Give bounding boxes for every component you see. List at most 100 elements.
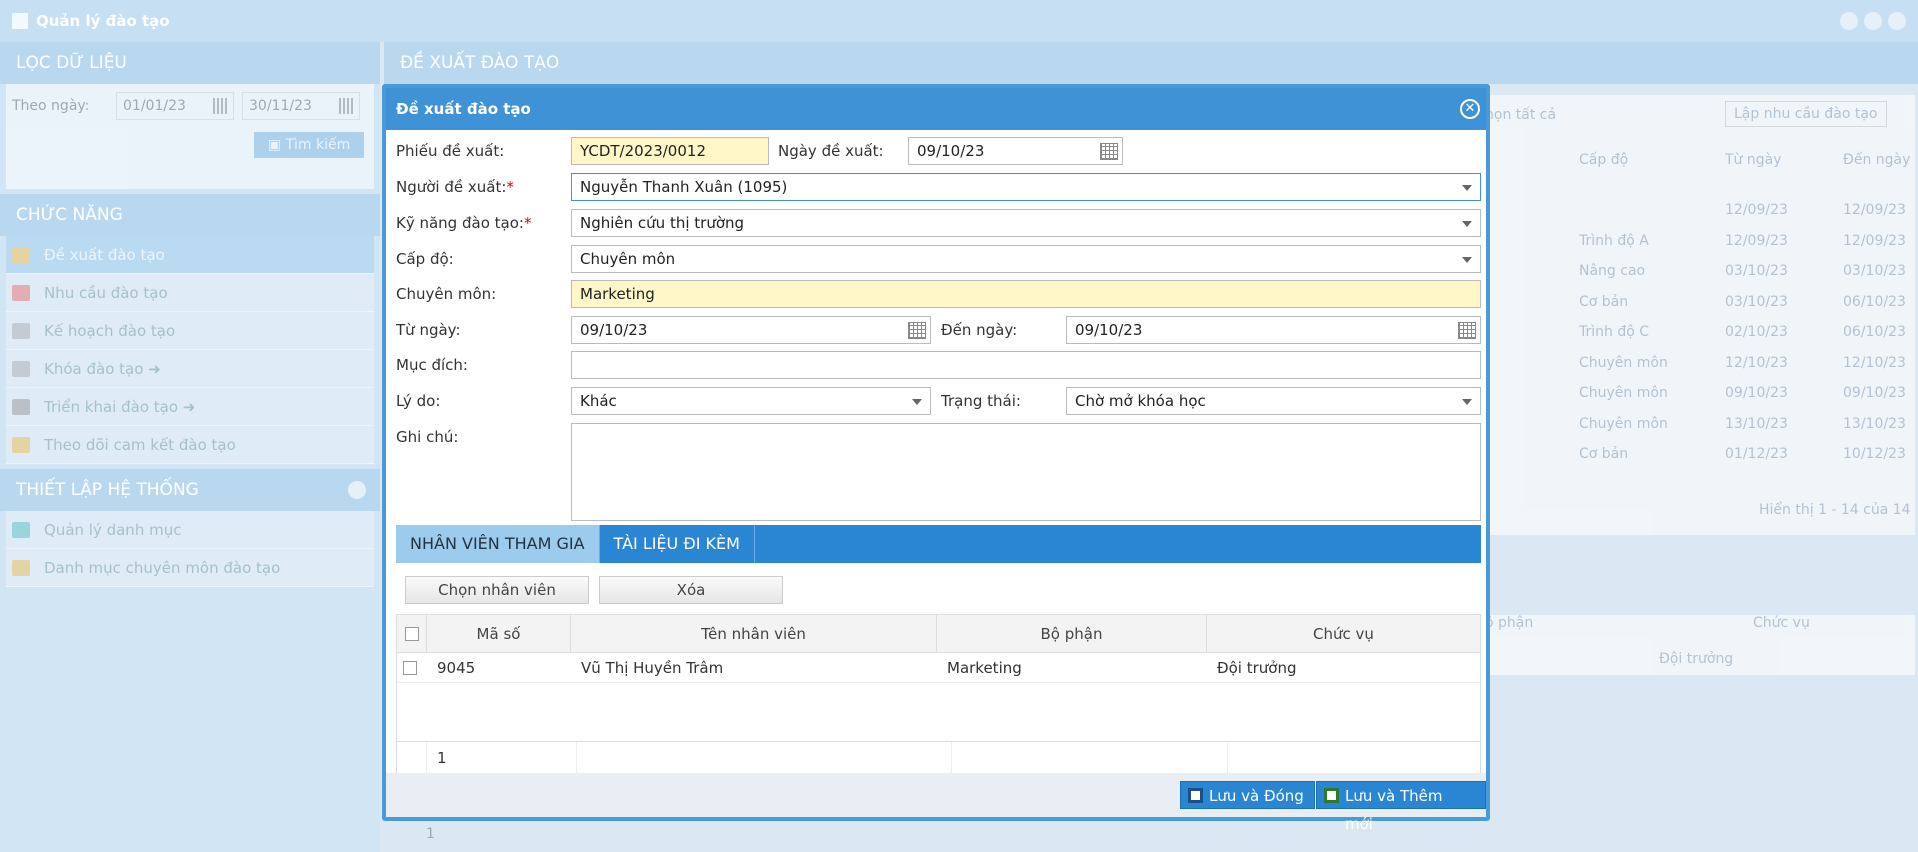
- sidebar-item-categories[interactable]: Quản lý danh mục: [6, 511, 374, 549]
- ticket-field[interactable]: YCDT/2023/0012: [571, 137, 769, 165]
- bg-cell: 02/10/23: [1725, 324, 1788, 340]
- date-label: Ngày đề xuất:: [778, 142, 884, 160]
- settings-header: THIẾT LẬP HỆ THỐNG: [0, 469, 380, 511]
- dialog-footer: Lưu và Đóng Lưu và Thêm mới: [386, 773, 1486, 833]
- purpose-field[interactable]: [571, 351, 1481, 379]
- reason-select[interactable]: Khác: [571, 387, 931, 415]
- bg-cell: 13/10/23: [1843, 415, 1906, 432]
- deploy-icon: [12, 398, 30, 415]
- maximize-button[interactable]: [1864, 12, 1882, 30]
- select-all-checkbox[interactable]: [397, 615, 427, 652]
- create-needs-button[interactable]: Lập nhu cầu đào tạo: [1725, 101, 1887, 127]
- filter-panel: Theo ngày: 01/01/23 30/11/23 ▣ Tìm kiếm: [6, 84, 374, 189]
- select-all-dropdown[interactable]: họn tất cả: [1485, 107, 1556, 123]
- proposer-label: Người đề xuất:*: [396, 178, 514, 196]
- col-from: Từ ngày: [1725, 152, 1782, 168]
- main-header: ĐỀ XUẤT ĐÀO TẠO: [384, 42, 1918, 84]
- sidebar-item-commitment[interactable]: Theo dõi cam kết đào tạo: [6, 426, 374, 464]
- chevron-down-icon[interactable]: [1462, 399, 1472, 405]
- bg-cell: 09/10/23: [1725, 385, 1788, 401]
- dialog-title: Đề xuất đào tạo: [396, 100, 531, 118]
- categories-icon: [12, 521, 30, 538]
- bg-cell: 12/10/23: [1725, 354, 1788, 371]
- sidebar-item-proposal[interactable]: Đề xuất đào tạo: [6, 236, 374, 274]
- dialog-header: Đề xuất đào tạo ✕: [386, 88, 1486, 130]
- minimize-button[interactable]: [1840, 12, 1858, 30]
- grid-header: Mã số Tên nhân viên Bộ phận Chức vụ: [397, 615, 1480, 653]
- calendar-icon[interactable]: [1458, 322, 1476, 339]
- level-select[interactable]: Chuyên môn: [571, 245, 1481, 273]
- bg-cell: 12/10/23: [1843, 354, 1906, 371]
- table-row[interactable]: 9045 Vũ Thị Huyền Trâm Marketing Đội trư…: [397, 653, 1480, 683]
- date-filter-label: Theo ngày:: [12, 98, 90, 114]
- chevron-down-icon[interactable]: [1462, 185, 1472, 191]
- save-icon: [1188, 788, 1203, 803]
- row-name: Vũ Thị Huyền Trâm: [581, 658, 724, 677]
- tab-participants[interactable]: NHÂN VIÊN THAM GIA: [396, 525, 600, 563]
- calendar-icon[interactable]: [339, 98, 355, 114]
- search-icon: ▣: [267, 137, 286, 153]
- background-grid: họn tất cả Lập nhu cầu đào tạo Cấp độ Từ…: [1485, 95, 1915, 535]
- functions-list: Đề xuất đào tạo Nhu cầu đào tạo Kế hoạch…: [6, 236, 374, 464]
- window-controls: [1840, 12, 1906, 30]
- sidebar-item-course[interactable]: Khóa đào tạo ➜: [6, 350, 374, 388]
- row-code: 9045: [437, 658, 476, 677]
- sidebar-item-plan[interactable]: Kế hoạch đào tạo: [6, 312, 374, 350]
- bg-cell: 09/10/23: [1843, 385, 1906, 401]
- proposal-icon: [12, 246, 30, 263]
- sidebar-item-specialty-catalog[interactable]: Danh mục chuyên môn đào tạo: [6, 549, 374, 587]
- specialty-field[interactable]: Marketing: [571, 280, 1481, 308]
- status-select[interactable]: Chờ mở khóa học: [1066, 387, 1481, 415]
- bg-cell: 06/10/23: [1843, 293, 1906, 310]
- from-label: Từ ngày:: [396, 321, 461, 339]
- to-date-field[interactable]: 09/10/23: [1066, 316, 1481, 344]
- chevron-down-icon[interactable]: [1462, 257, 1472, 263]
- calendar-icon[interactable]: [1100, 143, 1118, 160]
- filter-header: LỌC DỮ LIỆU: [0, 42, 380, 84]
- col-to: Đến ngày: [1843, 152, 1911, 168]
- status-label: Trạng thái:: [941, 392, 1021, 410]
- bg-cell: 01/12/23: [1725, 446, 1788, 462]
- bottom-pager[interactable]: 1: [426, 826, 435, 842]
- bg-cell: Nâng cao: [1579, 263, 1646, 279]
- proposal-date-field[interactable]: 09/10/23: [908, 137, 1123, 165]
- close-window-button[interactable]: [1888, 12, 1906, 30]
- bg-cell: 03/10/23: [1725, 293, 1788, 310]
- bg-cell: 06/10/23: [1843, 324, 1906, 340]
- row-checkbox[interactable]: [397, 653, 427, 682]
- delete-button[interactable]: Xóa: [599, 576, 783, 604]
- save-close-button[interactable]: Lưu và Đóng: [1180, 781, 1315, 809]
- filter-to-date[interactable]: 30/11/23: [242, 92, 360, 120]
- search-button[interactable]: ▣ Tìm kiếm: [254, 132, 364, 158]
- from-date-field[interactable]: 09/10/23: [571, 316, 931, 344]
- chevron-down-icon[interactable]: [912, 399, 922, 405]
- sidebar-item-deploy[interactable]: Triển khai đào tạo ➜: [6, 388, 374, 426]
- choose-employee-button[interactable]: Chọn nhân viên: [405, 576, 589, 604]
- bg-cell: Chuyên môn: [1579, 415, 1668, 432]
- functions-header: CHỨC NĂNG: [0, 194, 380, 236]
- note-textarea[interactable]: [571, 423, 1481, 521]
- chevron-down-icon[interactable]: [1462, 221, 1472, 227]
- collapse-icon[interactable]: [348, 481, 366, 499]
- tab-attachments[interactable]: TÀI LIỆU ĐI KÈM: [600, 525, 755, 563]
- save-add-icon: [1324, 788, 1339, 803]
- commitment-icon: [12, 436, 30, 453]
- calendar-icon[interactable]: [213, 98, 229, 114]
- calendar-icon[interactable]: [908, 322, 926, 339]
- grid-count: 1: [427, 742, 577, 773]
- skill-label: Kỹ năng đào tạo:*: [396, 214, 532, 232]
- col-position: Chức vụ: [1313, 624, 1374, 643]
- save-new-button[interactable]: Lưu và Thêm mới: [1316, 781, 1486, 833]
- bg-cell: 03/10/23: [1725, 263, 1788, 279]
- proposer-select[interactable]: Nguyễn Thanh Xuân (1095): [571, 173, 1481, 201]
- skill-select[interactable]: Nghiên cứu thị trường: [571, 209, 1481, 237]
- bg-cell: 10/12/23: [1843, 446, 1906, 462]
- filter-from-date[interactable]: 01/01/23: [116, 92, 234, 120]
- close-icon[interactable]: ✕: [1460, 99, 1480, 119]
- bg-cell: Trình độ A: [1579, 232, 1649, 249]
- sidebar-item-needs[interactable]: Nhu cầu đào tạo: [6, 274, 374, 312]
- lower-col-dept: ộ phận: [1485, 615, 1534, 631]
- bg-cell: 12/09/23: [1725, 202, 1788, 218]
- col-level: Cấp độ: [1579, 152, 1629, 168]
- bg-cell: Cơ bản: [1579, 293, 1629, 310]
